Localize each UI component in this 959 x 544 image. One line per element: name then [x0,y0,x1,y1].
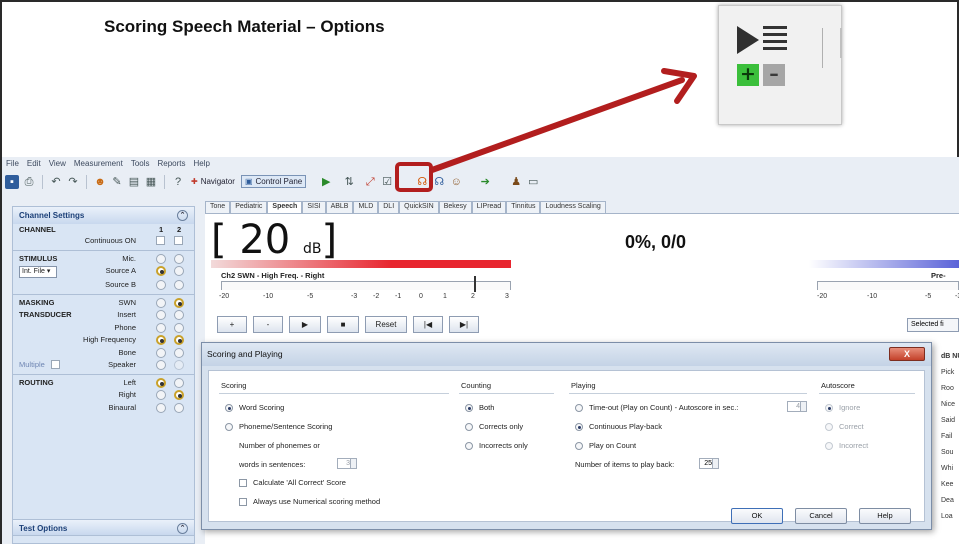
arrow-shaft [429,77,685,173]
annotation-arrow [429,68,697,173]
